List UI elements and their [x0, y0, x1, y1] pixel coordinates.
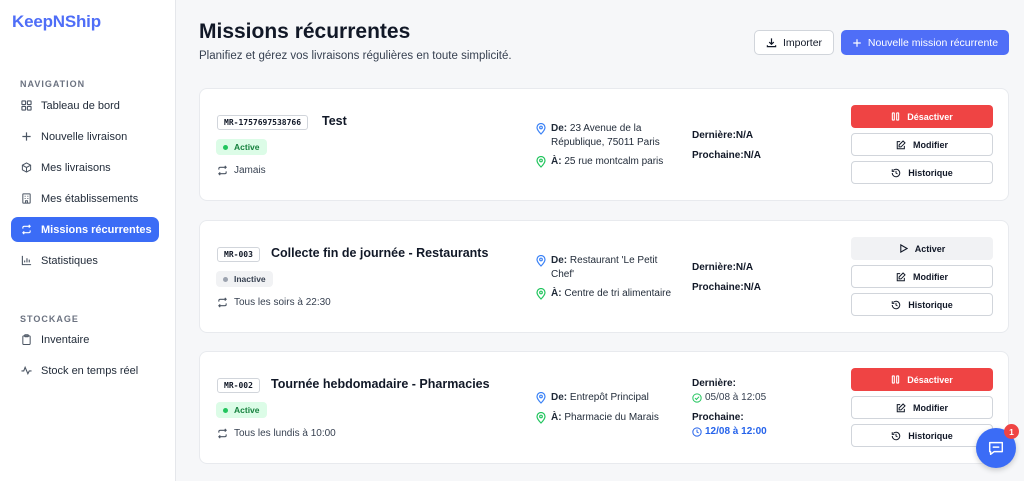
- mission-title: Collecte fin de journée - Restaurants: [271, 246, 489, 260]
- mission-card: MR-003 Collecte fin de journée - Restaur…: [199, 220, 1009, 333]
- last-run: Dernière:N/A: [692, 130, 754, 141]
- sidebar-item-recurring-missions[interactable]: Missions récurrentes: [11, 217, 159, 242]
- activate-button[interactable]: Activer: [851, 237, 993, 260]
- clipboard-icon: [20, 334, 32, 346]
- play-icon: [899, 244, 908, 253]
- pause-icon: [891, 112, 900, 121]
- sidebar-item-label: Tableau de bord: [41, 99, 120, 112]
- mission-title: Test: [322, 114, 347, 128]
- clock-icon: [692, 427, 702, 437]
- next-run: Prochaine: 12/08 à 12:00: [692, 412, 767, 439]
- mission-card: MR-1757697538766 Test Active Jamais De: …: [199, 88, 1009, 201]
- repeat-icon: [217, 165, 228, 176]
- sidebar-item-label: Mes établissements: [41, 192, 139, 205]
- mission-code: MR-003: [217, 247, 260, 262]
- brand-logo[interactable]: KeepNShip: [12, 12, 101, 32]
- last-run: Dernière:N/A: [692, 262, 754, 273]
- chat-icon: [987, 439, 1005, 457]
- route-from: De: 23 Avenue de la République, 75011 Pa…: [536, 122, 660, 150]
- history-button[interactable]: Historique: [851, 424, 993, 447]
- sidebar-item-inventory[interactable]: Inventaire: [11, 327, 159, 352]
- repeat-icon: [217, 297, 228, 308]
- route-from: De: Entrepôt Principal: [536, 391, 649, 405]
- route-to: À: Pharmacie du Marais: [536, 411, 659, 425]
- route-to: À: Centre de tri alimentaire: [536, 287, 671, 301]
- check-circle-icon: [692, 393, 702, 403]
- edit-icon: [896, 402, 906, 413]
- status-badge: Inactive: [216, 271, 273, 287]
- map-pin-icon: [536, 392, 546, 404]
- import-label: Importer: [782, 36, 823, 49]
- building-icon: [20, 193, 32, 205]
- next-run: Prochaine:N/A: [692, 150, 761, 161]
- route-to: À: 25 rue montcalm paris: [536, 155, 663, 169]
- repeat-icon: [217, 428, 228, 439]
- edit-icon: [896, 271, 906, 282]
- history-icon: [891, 168, 901, 178]
- sidebar-item-new-delivery[interactable]: Nouvelle livraison: [11, 124, 159, 149]
- sidebar-item-establishments[interactable]: Mes établissements: [11, 186, 159, 211]
- edit-icon: [896, 139, 906, 150]
- map-pin-icon: [536, 123, 546, 135]
- mission-frequency: Jamais: [217, 165, 266, 176]
- sidebar-item-realtime-stock[interactable]: Stock en temps réel: [11, 358, 159, 383]
- mission-card: MR-002 Tournée hebdomadaire - Pharmacies…: [199, 351, 1009, 464]
- pause-icon: [891, 375, 900, 384]
- new-mission-label: Nouvelle mission récurrente: [867, 36, 999, 49]
- download-icon: [766, 37, 777, 48]
- plus-icon: [20, 131, 32, 143]
- deactivate-button[interactable]: Désactiver: [851, 368, 993, 391]
- new-recurring-mission-button[interactable]: Nouvelle mission récurrente: [841, 30, 1009, 55]
- history-button[interactable]: Historique: [851, 293, 993, 316]
- map-pin-icon: [536, 412, 546, 424]
- next-run: Prochaine:N/A: [692, 282, 761, 293]
- sidebar: KeepNShip NAVIGATION Tableau de bord Nou…: [0, 0, 176, 481]
- next-run-value: 12/08 à 12:00: [692, 425, 767, 439]
- repeat-icon: [20, 224, 32, 236]
- status-dot: [223, 276, 228, 282]
- mission-title: Tournée hebdomadaire - Pharmacies: [271, 377, 490, 391]
- status-dot: [223, 407, 228, 413]
- page-title: Missions récurrentes: [199, 20, 411, 43]
- deactivate-button[interactable]: Désactiver: [851, 105, 993, 128]
- history-icon: [891, 431, 901, 441]
- sidebar-item-label: Inventaire: [41, 333, 90, 346]
- history-button[interactable]: Historique: [851, 161, 993, 184]
- dashboard-icon: [20, 100, 32, 112]
- sidebar-item-label: Statistiques: [41, 254, 98, 267]
- route-from: De: Restaurant 'Le Petit Chef': [536, 254, 657, 282]
- bar-chart-icon: [20, 255, 32, 267]
- sidebar-item-my-deliveries[interactable]: Mes livraisons: [11, 155, 159, 180]
- package-icon: [20, 162, 32, 174]
- plus-icon: [852, 38, 862, 48]
- import-button[interactable]: Importer: [754, 30, 834, 55]
- edit-button[interactable]: Modifier: [851, 265, 993, 288]
- sidebar-item-dashboard[interactable]: Tableau de bord: [11, 93, 159, 118]
- chat-notification-badge: 1: [1004, 424, 1019, 439]
- last-run-value: 05/08 à 12:05: [692, 391, 766, 405]
- map-pin-icon: [536, 288, 546, 300]
- mission-frequency: Tous les lundis à 10:00: [217, 428, 336, 439]
- nav-section-storage: STOCKAGE: [20, 314, 79, 324]
- last-run: Dernière: 05/08 à 12:05: [692, 378, 767, 405]
- status-badge: Active: [216, 139, 267, 155]
- mission-frequency: Tous les soirs à 22:30: [217, 297, 331, 308]
- page-subtitle: Planifiez et gérez vos livraisons réguli…: [199, 50, 512, 62]
- sidebar-item-label: Missions récurrentes: [41, 223, 152, 236]
- map-pin-icon: [536, 156, 546, 168]
- mission-code: MR-002: [217, 378, 260, 393]
- status-dot: [223, 144, 228, 150]
- edit-button[interactable]: Modifier: [851, 396, 993, 419]
- mission-code: MR-1757697538766: [217, 115, 309, 130]
- history-icon: [891, 300, 901, 310]
- sidebar-item-statistics[interactable]: Statistiques: [11, 248, 159, 273]
- activity-icon: [20, 365, 32, 377]
- edit-button[interactable]: Modifier: [851, 133, 993, 156]
- sidebar-item-label: Stock en temps réel: [41, 364, 139, 377]
- status-badge: Active: [216, 402, 267, 418]
- nav-section-navigation: NAVIGATION: [20, 79, 86, 89]
- sidebar-item-label: Nouvelle livraison: [41, 130, 128, 143]
- map-pin-icon: [536, 255, 546, 267]
- sidebar-item-label: Mes livraisons: [41, 161, 111, 174]
